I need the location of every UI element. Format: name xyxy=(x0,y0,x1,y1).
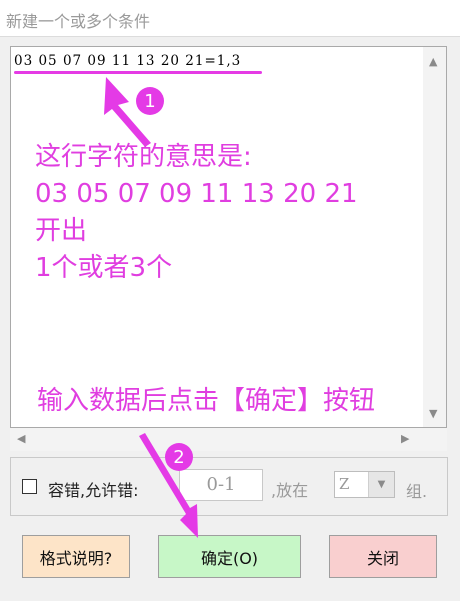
callout2-badge: 2 xyxy=(165,443,193,471)
callout2-arrow xyxy=(139,433,198,538)
